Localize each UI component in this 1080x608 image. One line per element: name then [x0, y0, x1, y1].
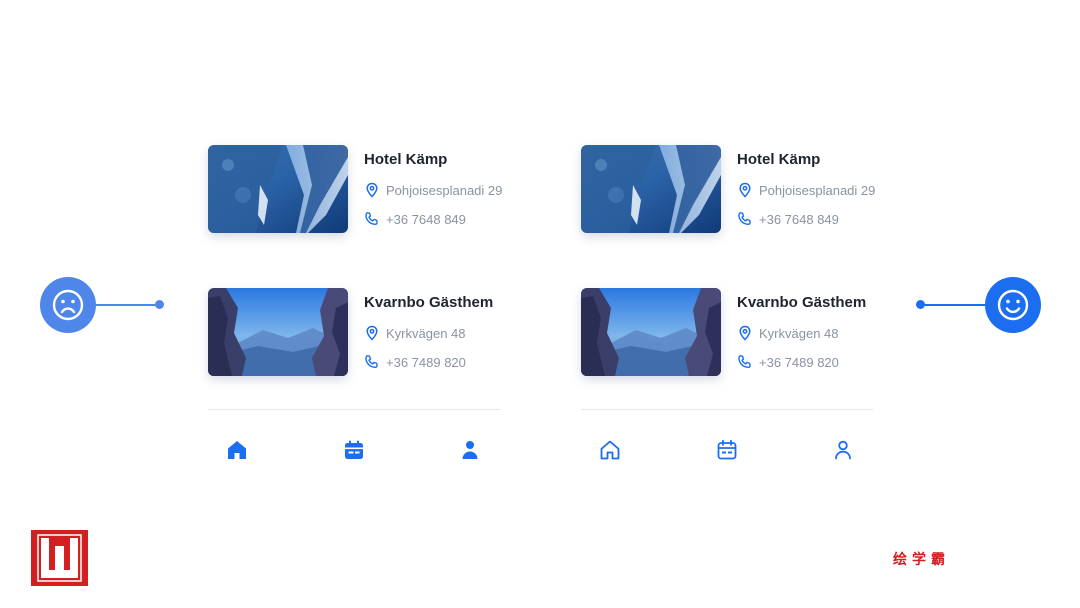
ice-cave-photo: [208, 145, 348, 233]
hotel-address: Kyrkvägen 48: [364, 323, 466, 343]
hotel-card[interactable]: Kvarnbo Gästhem Kyrkvägen 48 +36 7489 82…: [208, 288, 504, 380]
sad-connector-line: [94, 304, 158, 306]
hotel-name: Hotel Kämp: [737, 151, 821, 168]
phone-text: +36 7489 820: [759, 354, 839, 370]
happy-connector-line: [922, 304, 988, 306]
home-icon: [225, 438, 249, 462]
hotel-phone[interactable]: +36 7489 820: [364, 352, 466, 372]
hotel-address: Kyrkvägen 48: [737, 323, 839, 343]
ice-cave-photo: [581, 145, 721, 233]
phone-text: +36 7489 820: [386, 354, 466, 370]
location-pin-icon: [364, 182, 380, 198]
sad-face-icon: [51, 288, 85, 322]
nav-divider: [581, 409, 873, 410]
nav-calendar[interactable]: [715, 438, 739, 462]
nav-profile[interactable]: [831, 438, 855, 462]
hotel-card[interactable]: Hotel Kämp Pohjoisesplanadi 29 +36 7648 …: [208, 145, 504, 237]
phone-text: +36 7648 849: [386, 211, 466, 227]
happy-indicator: [985, 277, 1041, 333]
mountain-valley-photo: [581, 288, 721, 376]
hotel-phone[interactable]: +36 7489 820: [737, 352, 839, 372]
left-screen: Hotel Kämp Pohjoisesplanadi 29 +36 7648 …: [204, 140, 504, 480]
hotel-phone[interactable]: +36 7648 849: [364, 209, 466, 229]
nav-calendar[interactable]: [342, 438, 366, 462]
address-text: Pohjoisesplanadi 29: [759, 182, 876, 198]
happy-connector-dot: [916, 300, 925, 309]
hotel-name: Kvarnbo Gästhem: [364, 294, 494, 311]
user-icon: [831, 438, 855, 462]
location-pin-icon: [737, 182, 753, 198]
phone-icon: [737, 211, 753, 227]
location-pin-icon: [364, 325, 380, 341]
hotel-address: Pohjoisesplanadi 29: [364, 180, 502, 200]
happy-face-icon: [996, 288, 1030, 322]
calendar-icon: [342, 438, 366, 462]
hotel-name: Hotel Kämp: [364, 151, 448, 168]
hotel-card[interactable]: Kvarnbo Gästhem Kyrkvägen 48 +36 7489 82…: [581, 288, 877, 380]
hotel-phone[interactable]: +36 7648 849: [737, 209, 839, 229]
hotel-name: Kvarnbo Gästhem: [737, 294, 867, 311]
calendar-icon: [715, 438, 739, 462]
phone-icon: [364, 354, 380, 370]
hotel-address: Pohjoisesplanadi 29: [737, 180, 875, 200]
brand-logo: [31, 530, 88, 586]
right-screen: Hotel Kämp Pohjoisesplanadi 29 +36 7648 …: [577, 140, 877, 480]
address-text: Pohjoisesplanadi 29: [386, 182, 503, 198]
phone-text: +36 7648 849: [759, 211, 839, 227]
nav-home[interactable]: [225, 438, 249, 462]
watermark-text: 绘学霸: [893, 552, 950, 568]
nav-divider: [208, 409, 500, 410]
sad-indicator: [40, 277, 96, 333]
home-icon: [598, 438, 622, 462]
phone-icon: [364, 211, 380, 227]
address-text: Kyrkvägen 48: [386, 325, 466, 341]
user-icon: [458, 438, 482, 462]
location-pin-icon: [737, 325, 753, 341]
nav-home[interactable]: [598, 438, 622, 462]
w-logo-icon: [31, 530, 88, 586]
sad-connector-dot: [155, 300, 164, 309]
phone-icon: [737, 354, 753, 370]
mountain-valley-photo: [208, 288, 348, 376]
nav-profile[interactable]: [458, 438, 482, 462]
address-text: Kyrkvägen 48: [759, 325, 839, 341]
hotel-card[interactable]: Hotel Kämp Pohjoisesplanadi 29 +36 7648 …: [581, 145, 877, 237]
